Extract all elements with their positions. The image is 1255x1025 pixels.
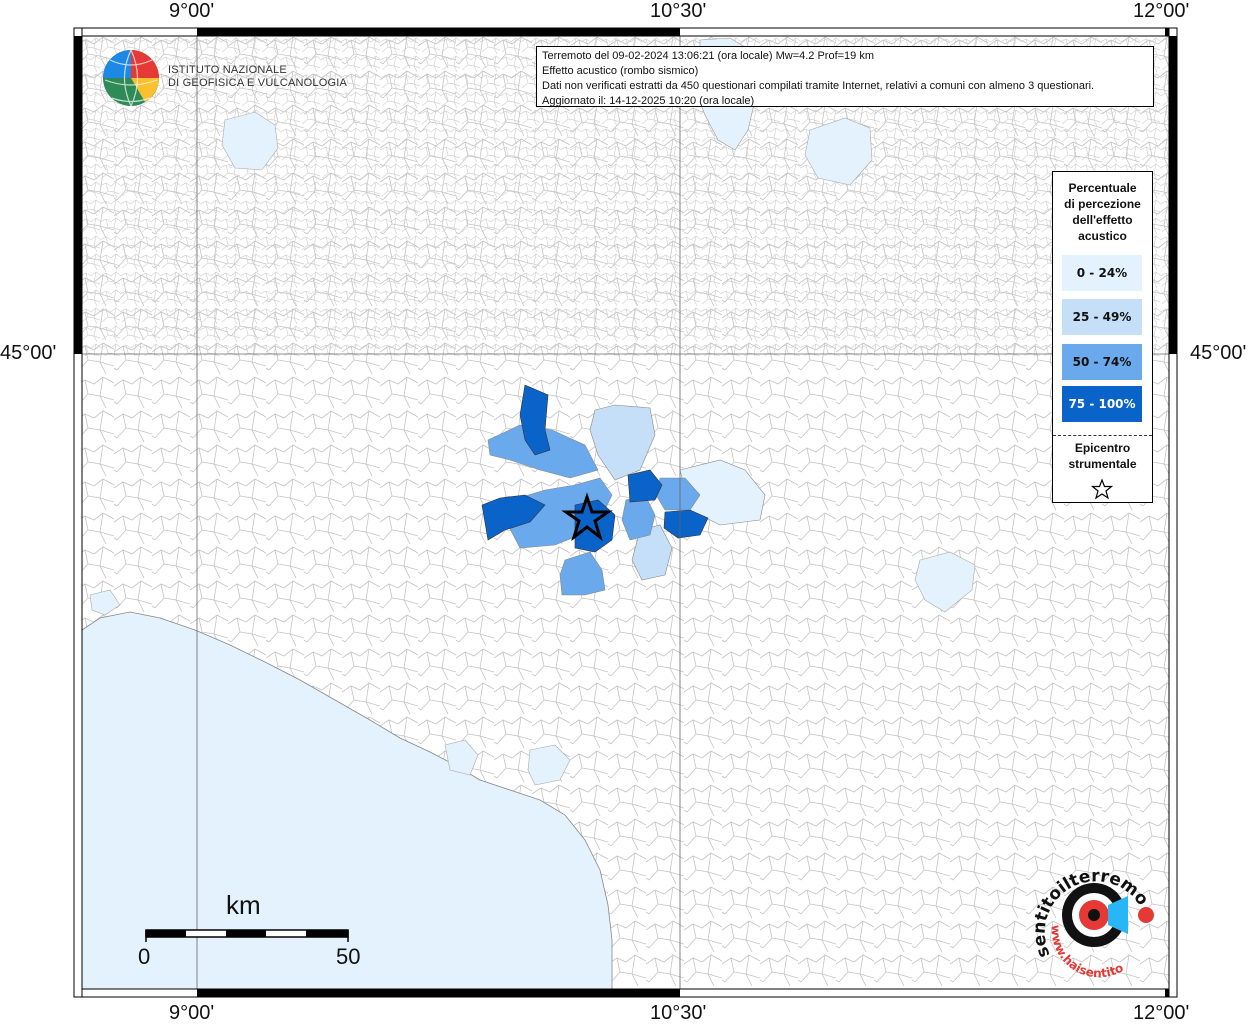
- legend-title: Percentuale di percezione dell'effetto a…: [1053, 180, 1152, 244]
- legend-item-label: 75 - 100%: [1068, 397, 1136, 411]
- ingv-logo-icon: [103, 49, 159, 107]
- legend-title-line2: di percezione: [1064, 197, 1141, 211]
- svg-text:sentitoilterremoto.it: sentitoilterremoto.it: [1030, 855, 1152, 960]
- event-info-line1: Terremoto del 09-02-2024 13:06:21 (ora l…: [542, 50, 875, 62]
- legend-item-label: 0 - 24%: [1076, 266, 1128, 280]
- legend-epicenter-title: Epicentro strumentale: [1053, 440, 1152, 472]
- institute-line2: DI GEOFISICA E VULCANOLOGIA: [168, 77, 347, 89]
- legend-divider: [1053, 435, 1152, 436]
- scale-unit: km: [226, 890, 261, 920]
- coord-top-1030: 10°30': [650, 0, 707, 22]
- coord-top-12: 12°00': [1133, 0, 1190, 22]
- scale-start: 0: [138, 944, 151, 969]
- institute-name: ISTITUTO NAZIONALE DI GEOFISICA E VULCAN…: [168, 64, 347, 90]
- institute-line1: ISTITUTO NAZIONALE: [168, 64, 287, 76]
- legend-item-label: 25 - 49%: [1072, 310, 1132, 324]
- legend-title-line4: acustico: [1078, 229, 1127, 243]
- event-info-line3: Dati non verificati estratti da 450 ques…: [542, 80, 1095, 92]
- event-info-box: Terremoto del 09-02-2024 13:06:21 (ora l…: [536, 46, 1154, 107]
- event-info-line4: Aggiornato il: 14-12-2025 10:20 (ora loc…: [542, 95, 755, 107]
- coord-right-45: 45°00': [1190, 342, 1247, 364]
- coord-top-9: 9°00': [169, 0, 215, 22]
- legend-item-25-49: 25 - 49%: [1062, 299, 1142, 335]
- legend-epicenter-line1: Epicentro: [1074, 441, 1131, 455]
- scale-end: 50: [336, 944, 361, 969]
- legend-title-line1: Percentuale: [1068, 181, 1137, 195]
- legend-epicenter-star-icon: [1091, 478, 1113, 500]
- legend-epicenter-line2: strumentale: [1068, 457, 1137, 471]
- svg-text:www.haisentito: www.haisentito: [1049, 925, 1126, 980]
- coord-bottom-1030: 10°30': [650, 1002, 707, 1024]
- legend-item-75-100: 75 - 100%: [1062, 386, 1142, 422]
- event-info-line2: Effetto acustico (rombo sismico): [542, 65, 699, 77]
- legend-item-label: 50 - 74%: [1072, 355, 1132, 369]
- coord-bottom-12: 12°00': [1133, 1002, 1190, 1024]
- legend: Percentuale di percezione dell'effetto a…: [1052, 171, 1153, 503]
- website-logo-text: sentitoilterremoto.it www.haisentito: [1030, 855, 1152, 980]
- legend-title-line3: dell'effetto: [1072, 213, 1133, 227]
- legend-item-50-74: 50 - 74%: [1062, 344, 1142, 380]
- coord-bottom-9: 9°00': [169, 1002, 215, 1024]
- legend-item-0-24: 0 - 24%: [1062, 255, 1142, 291]
- coord-left-45: 45°00': [0, 342, 57, 364]
